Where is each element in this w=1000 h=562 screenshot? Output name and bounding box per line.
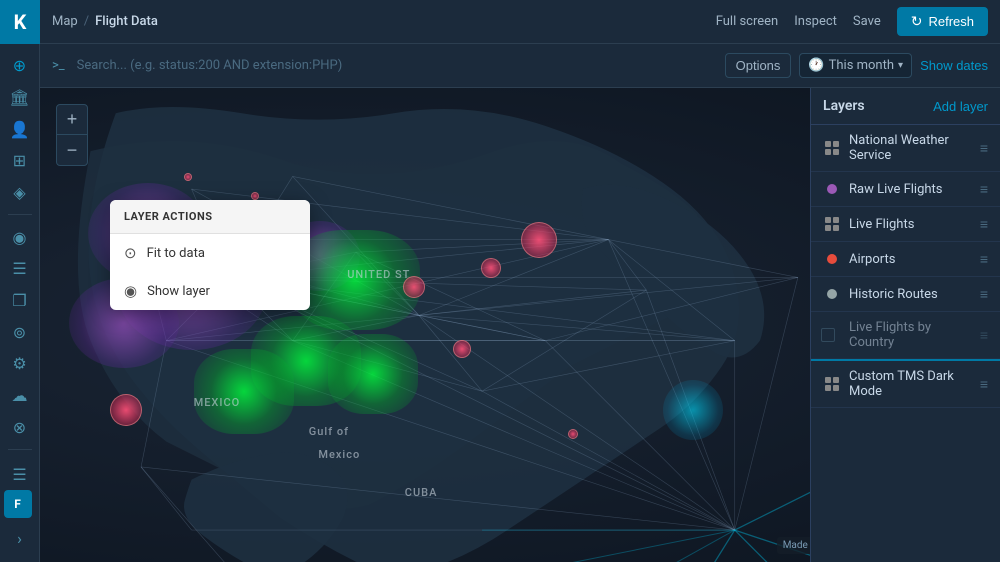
- sidebar-icon-tools[interactable]: ⊗: [4, 413, 36, 441]
- top-bar: K Map / Flight Data Full screen Inspect …: [0, 0, 1000, 44]
- sidebar-icon-buildings[interactable]: 🏛: [4, 84, 36, 112]
- layer-actions-header: LAYER ACTIONS: [110, 200, 310, 234]
- fit-data-icon: ⊙: [124, 244, 137, 262]
- layer-item-live-flights-country[interactable]: Live Flights by Country ≡: [811, 312, 1000, 359]
- refresh-label: Refresh: [928, 14, 974, 29]
- drag-handle-airports: ≡: [980, 251, 988, 268]
- sidebar-icon-grid[interactable]: ⊞: [4, 147, 36, 175]
- drag-handle-raw-live-flights: ≡: [980, 181, 988, 198]
- layers-panel: Layers Add layer National Weather Servic…: [810, 88, 1000, 562]
- inspect-link[interactable]: Inspect: [794, 14, 837, 29]
- layer-icon-airports: [823, 250, 841, 268]
- layer-label-airports: Airports: [849, 252, 976, 267]
- layer-icon-historic-routes: [823, 285, 841, 303]
- search-bar: >_ Search... (e.g. status:200 AND extens…: [40, 44, 1000, 88]
- zoom-out-button[interactable]: −: [57, 135, 87, 165]
- layer-checkbox: [821, 328, 835, 342]
- show-layer-action[interactable]: ◉ Show layer: [110, 272, 310, 310]
- time-selector[interactable]: 🕐 This month ▾: [799, 53, 912, 78]
- show-dates-button[interactable]: Show dates: [920, 58, 988, 73]
- drag-handle-live-flights-country: ≡: [980, 327, 988, 344]
- layers-header: Layers Add layer: [811, 88, 1000, 125]
- layer-label-live-flights-country: Live Flights by Country: [849, 320, 976, 350]
- drag-handle-custom-tms: ≡: [980, 376, 988, 393]
- sidebar-icon-cloud[interactable]: ☁: [4, 382, 36, 410]
- left-sidebar: ⊕ 🏛 👤 ⊞ ◈ ◉ ☰ ❐ ⊚ ⚙ ☁ ⊗ ☰ F ›: [0, 44, 40, 562]
- chevron-down-icon: ▾: [898, 60, 903, 71]
- fit-data-label: Fit to data: [147, 246, 205, 261]
- user-avatar[interactable]: F: [4, 490, 32, 518]
- layer-icon-live-flights: [823, 215, 841, 233]
- zoom-in-button[interactable]: +: [57, 105, 87, 135]
- layer-actions-popup: LAYER ACTIONS ⊙ Fit to data ◉ Show layer: [110, 200, 310, 310]
- layer-icon-custom-tms: [823, 375, 841, 393]
- layer-label-historic-routes: Historic Routes: [849, 287, 976, 302]
- sidebar-icon-home[interactable]: ⊕: [4, 52, 36, 80]
- layer-label-live-flights: Live Flights: [849, 217, 976, 232]
- breadcrumb-current: Flight Data: [95, 14, 158, 29]
- layer-icon-national-weather: [823, 139, 841, 157]
- add-layer-button[interactable]: Add layer: [933, 99, 988, 114]
- layer-label-national-weather: National Weather Service: [849, 133, 976, 163]
- refresh-button[interactable]: ↻ Refresh: [897, 7, 988, 36]
- sidebar-icon-diamond[interactable]: ◈: [4, 179, 36, 207]
- fit-to-data-action[interactable]: ⊙ Fit to data: [110, 234, 310, 272]
- sidebar-icon-user[interactable]: 👤: [4, 115, 36, 143]
- clock-icon: 🕐: [808, 58, 824, 73]
- hub-glow: [663, 380, 723, 440]
- sidebar-divider: [8, 214, 32, 215]
- drag-handle-historic-routes: ≡: [980, 286, 988, 303]
- logo-letter: K: [14, 10, 27, 34]
- layer-icon-live-flights-country: [823, 326, 841, 344]
- layer-label-raw-live-flights: Raw Live Flights: [849, 182, 976, 197]
- sidebar-icon-target[interactable]: ⊚: [4, 318, 36, 346]
- logo[interactable]: K: [0, 0, 40, 44]
- time-label: This month: [829, 58, 894, 73]
- sidebar-divider-2: [8, 449, 32, 450]
- sidebar-icon-settings[interactable]: ⚙: [4, 350, 36, 378]
- show-layer-label: Show layer: [147, 284, 210, 299]
- layer-item-airports[interactable]: Airports ≡: [811, 242, 1000, 277]
- search-input-area[interactable]: Search... (e.g. status:200 AND extension…: [77, 58, 717, 73]
- sidebar-icon-menu[interactable]: ☰: [4, 255, 36, 283]
- layer-item-national-weather[interactable]: National Weather Service ≡: [811, 125, 1000, 172]
- breadcrumb-map[interactable]: Map: [52, 14, 78, 29]
- drag-handle-national-weather: ≡: [980, 140, 988, 157]
- breadcrumb-separator: /: [84, 14, 89, 29]
- layer-item-raw-live-flights[interactable]: Raw Live Flights ≡: [811, 172, 1000, 207]
- sidebar-icon-circle[interactable]: ◉: [4, 223, 36, 251]
- layer-item-historic-routes[interactable]: Historic Routes ≡: [811, 277, 1000, 312]
- save-link[interactable]: Save: [853, 14, 881, 29]
- top-bar-actions: Full screen Inspect Save ↻ Refresh: [716, 7, 1000, 36]
- layer-item-custom-tms[interactable]: Custom TMS Dark Mode ≡: [811, 361, 1000, 408]
- sidebar-icon-list[interactable]: ☰: [4, 458, 36, 490]
- sidebar-bottom: ☰ F ›: [4, 458, 36, 554]
- sidebar-icon-layers[interactable]: ❐: [4, 287, 36, 315]
- refresh-icon: ↻: [911, 13, 923, 30]
- drag-handle-live-flights: ≡: [980, 216, 988, 233]
- fullscreen-link[interactable]: Full screen: [716, 14, 779, 29]
- layer-icon-raw-live-flights: [823, 180, 841, 198]
- show-layer-icon: ◉: [124, 282, 137, 300]
- options-button[interactable]: Options: [725, 53, 792, 78]
- search-prompt: >_: [52, 58, 65, 73]
- layers-title: Layers: [823, 98, 865, 114]
- sidebar-icon-arrow-right[interactable]: ›: [4, 522, 36, 554]
- map-controls: + −: [56, 104, 88, 166]
- breadcrumb: Map / Flight Data: [40, 14, 170, 29]
- search-placeholder: Search... (e.g. status:200 AND extension…: [77, 58, 343, 73]
- layer-label-custom-tms: Custom TMS Dark Mode: [849, 369, 976, 399]
- layer-item-live-flights[interactable]: Live Flights ≡: [811, 207, 1000, 242]
